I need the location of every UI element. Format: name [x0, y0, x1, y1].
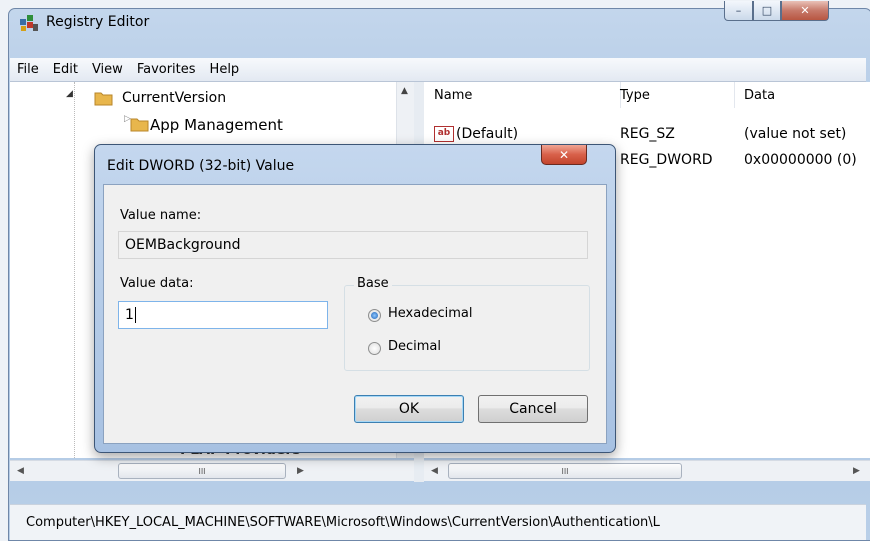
menu-help[interactable]: Help — [203, 62, 247, 77]
column-header-type[interactable]: Type — [620, 82, 735, 108]
minimize-button[interactable]: – — [724, 1, 753, 21]
tree-scroll-thumb[interactable]: III — [118, 463, 286, 479]
base-group — [344, 285, 590, 371]
value-name-text: OEMBackground — [125, 237, 241, 253]
menu-favorites[interactable]: Favorites — [130, 62, 203, 77]
cancel-button[interactable]: Cancel — [478, 395, 588, 423]
edit-dword-dialog: Edit DWORD (32-bit) Value ✕ Value name: … — [94, 144, 616, 453]
caption-buttons: – □ ✕ — [724, 1, 866, 21]
column-header-data[interactable]: Data — [744, 82, 870, 108]
value-data-label: Value data: — [120, 276, 194, 291]
maximize-button[interactable]: □ — [753, 1, 781, 21]
value-data-text: 1 — [125, 307, 134, 323]
column-header-name[interactable]: Name — [424, 82, 621, 108]
value-name-label: Value name: — [120, 208, 202, 223]
menu-favorites-label: Favorites — [136, 62, 196, 77]
ok-button-label: OK — [398, 401, 420, 417]
radio-decimal[interactable] — [368, 342, 381, 355]
menu-file[interactable]: File — [10, 62, 46, 77]
value-data-input[interactable]: 1 — [118, 301, 328, 329]
ok-button[interactable]: OK — [354, 395, 464, 423]
menu-help-label: Help — [209, 62, 240, 77]
close-button[interactable]: ✕ — [781, 1, 829, 21]
value-data-default: (value not set) — [744, 126, 847, 142]
menu-bar: File Edit View Favorites Help — [10, 58, 866, 82]
status-bar: Computer\HKEY_LOCAL_MACHINE\SOFTWARE\Mic… — [10, 504, 866, 540]
tree-guide-line — [74, 82, 76, 458]
radio-hexadecimal[interactable] — [368, 309, 381, 322]
value-type-default: REG_SZ — [620, 126, 675, 142]
scroll-right-arrow-icon[interactable]: ▶ — [292, 462, 309, 480]
folder-icon — [94, 92, 113, 106]
menu-edit-label: Edit — [52, 62, 78, 77]
menu-file-label: File — [17, 62, 39, 77]
dialog-close-button[interactable]: ✕ — [541, 145, 587, 165]
hexadecimal-label[interactable]: Hexadecimal — [388, 306, 472, 321]
scroll-left-arrow-icon[interactable]: ◀ — [12, 462, 29, 480]
menu-view[interactable]: View — [85, 62, 130, 77]
list-scroll-thumb[interactable]: III — [448, 463, 682, 479]
tree-item-app-management[interactable]: App Management — [150, 116, 283, 134]
folder-icon — [130, 118, 149, 132]
value-name-field: OEMBackground — [118, 231, 588, 259]
scroll-left-arrow-icon[interactable]: ◀ — [426, 462, 443, 480]
scroll-right-arrow-icon[interactable]: ▶ — [848, 462, 865, 480]
tree-horizontal-scrollbar[interactable]: ◀ III ▶ — [10, 460, 414, 481]
cancel-button-label: Cancel — [509, 401, 557, 417]
menu-view-label: View — [91, 62, 123, 77]
base-group-label: Base — [354, 276, 392, 291]
tree-item-currentversion[interactable]: CurrentVersion — [122, 90, 226, 106]
expanded-arrow-icon[interactable]: ◢ — [66, 89, 73, 99]
dialog-title: Edit DWORD (32-bit) Value — [107, 158, 295, 174]
decimal-label[interactable]: Decimal — [388, 339, 441, 354]
value-type-oembackground: REG_DWORD — [620, 152, 713, 168]
text-cursor — [134, 307, 136, 323]
value-data-oembackground: 0x00000000 (0) — [744, 152, 857, 168]
status-path: Computer\HKEY_LOCAL_MACHINE\SOFTWARE\Mic… — [26, 515, 660, 530]
menu-edit[interactable]: Edit — [46, 62, 85, 77]
string-value-icon: ab — [434, 126, 454, 142]
dialog-body: Value name: OEMBackground Value data: 1 … — [103, 184, 607, 444]
window-title: Registry Editor — [46, 14, 150, 30]
value-name-default[interactable]: (Default) — [456, 126, 518, 142]
list-horizontal-scrollbar[interactable]: ◀ III ▶ — [424, 460, 870, 481]
scroll-up-arrow-icon[interactable]: ▲ — [401, 86, 408, 96]
registry-editor-icon — [20, 15, 38, 31]
